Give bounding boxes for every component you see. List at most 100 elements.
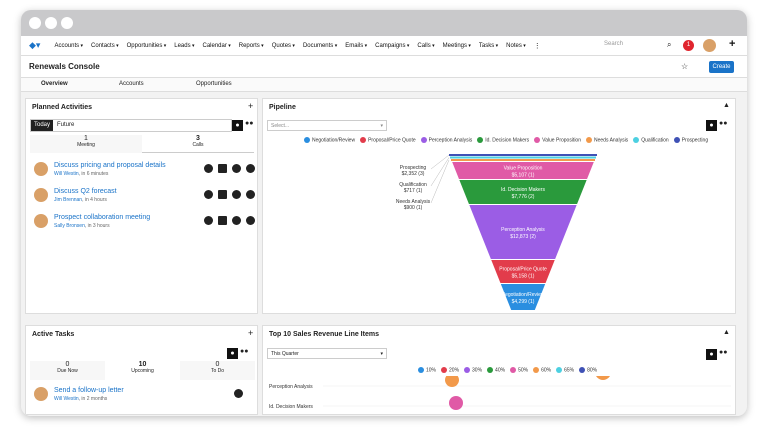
segment-value: $7,776 (2) xyxy=(512,194,535,200)
group-icon[interactable]: ●● xyxy=(719,349,727,356)
cancel-icon[interactable] xyxy=(246,190,255,199)
avatar xyxy=(34,188,48,202)
help-icon[interactable] xyxy=(232,190,241,199)
nav-item[interactable]: Emails xyxy=(345,43,367,49)
nav-item[interactable]: Tasks xyxy=(479,43,498,49)
add-icon[interactable]: + xyxy=(248,101,253,111)
cancel-icon[interactable] xyxy=(246,216,255,225)
nav-item[interactable]: Meetings xyxy=(443,43,471,49)
search-icon[interactable]: ⌕ xyxy=(667,40,671,50)
legend-label[interactable]: 20% xyxy=(449,367,459,373)
nav-item[interactable]: Opportunities xyxy=(127,43,167,49)
more-icon[interactable]: ⋮ xyxy=(534,42,541,50)
logo-icon[interactable]: ◆▾ xyxy=(29,40,40,51)
help-icon[interactable] xyxy=(232,164,241,173)
assignee-link[interactable]: Jim Brennan xyxy=(54,197,82,203)
collapse-icon[interactable]: ▲ xyxy=(723,102,730,109)
assignee-link[interactable]: Sally Bronsen xyxy=(54,223,85,229)
held-icon[interactable] xyxy=(218,216,227,225)
star-icon[interactable]: ☆ xyxy=(681,62,688,71)
list-item[interactable]: Prospect collaboration meeting Sally Bro… xyxy=(34,211,255,233)
assignee-link[interactable]: Will Westin xyxy=(54,396,79,402)
activity-title[interactable]: Discuss pricing and proposal details xyxy=(54,162,166,169)
person-icon[interactable]: ● xyxy=(227,348,238,359)
bubble-chart: Perception Analysis Id. Decision Makers xyxy=(269,376,731,410)
collapse-icon[interactable]: ▲ xyxy=(723,329,730,336)
legend-label[interactable]: 80% xyxy=(587,367,597,373)
nav-item[interactable]: Calendar xyxy=(203,43,231,49)
task-meta: Will Westin, in 2 months xyxy=(54,396,107,402)
pipeline-select[interactable]: Select... ▾ xyxy=(267,120,387,131)
add-icon[interactable]: + xyxy=(248,328,253,338)
nav-item[interactable]: Campaigns xyxy=(375,43,409,49)
held-icon[interactable] xyxy=(218,190,227,199)
nav-item[interactable]: Quotes xyxy=(272,43,295,49)
bubble[interactable] xyxy=(445,376,459,387)
list-item[interactable]: Discuss Q2 forecast Jim Brennan, in 4 ho… xyxy=(34,185,255,207)
list-item[interactable]: Discuss pricing and proposal details Wil… xyxy=(34,159,255,181)
nav-item[interactable]: Contacts xyxy=(91,43,119,49)
filter-future[interactable]: Future xyxy=(57,122,74,128)
task-tab[interactable]: 10 Upcoming xyxy=(105,361,180,380)
legend-label[interactable]: 50% xyxy=(518,367,528,373)
nav-item[interactable]: Notes xyxy=(506,43,526,49)
funnel-segment[interactable] xyxy=(450,159,596,161)
tab-accounts[interactable]: Accounts xyxy=(119,81,144,87)
panel-title: Pipeline xyxy=(269,104,296,111)
plus-icon[interactable]: + xyxy=(729,38,735,50)
legend-label[interactable]: 10% xyxy=(426,367,436,373)
avatar[interactable] xyxy=(703,39,716,52)
close-icon[interactable] xyxy=(234,389,243,398)
close-icon[interactable] xyxy=(204,216,213,225)
notification-badge[interactable]: 1 xyxy=(683,40,694,51)
close-icon[interactable] xyxy=(204,164,213,173)
filter-today[interactable]: Today xyxy=(31,120,54,131)
help-icon[interactable] xyxy=(232,216,241,225)
legend-label[interactable]: 30% xyxy=(472,367,482,373)
activity-title[interactable]: Prospect collaboration meeting xyxy=(54,214,150,221)
nav-item[interactable]: Accounts xyxy=(54,43,83,49)
person-icon[interactable]: ● xyxy=(232,120,243,131)
page-title: Renewals Console xyxy=(29,62,100,71)
search-input[interactable]: Search xyxy=(604,41,623,47)
task-tab[interactable]: 0 Due Now xyxy=(30,361,105,380)
bubble[interactable] xyxy=(595,376,611,380)
legend-label[interactable]: 65% xyxy=(564,367,574,373)
bubble[interactable] xyxy=(449,396,463,410)
nav-item[interactable]: Calls xyxy=(417,43,434,49)
group-icon[interactable]: ●● xyxy=(245,120,253,127)
funnel-segment[interactable] xyxy=(449,156,597,159)
tab-calls[interactable]: 3 Calls xyxy=(142,135,254,153)
funnel-segment[interactable] xyxy=(449,154,597,156)
segment-value: $12,873 (2) xyxy=(510,234,536,240)
segment-label: Perception Analysis xyxy=(501,227,545,233)
window-dot[interactable] xyxy=(61,17,73,29)
activity-title[interactable]: Discuss Q2 forecast xyxy=(54,188,117,195)
held-icon[interactable] xyxy=(218,164,227,173)
close-icon[interactable] xyxy=(204,190,213,199)
window-dot[interactable] xyxy=(45,17,57,29)
task-title[interactable]: Send a follow-up letter xyxy=(54,387,124,394)
tab-opportunities[interactable]: Opportunities xyxy=(196,81,232,87)
assignee-link[interactable]: Will Westin xyxy=(54,171,79,177)
list-item[interactable]: Send a follow-up letter Will Westin, in … xyxy=(34,384,254,406)
funnel-chart: Value Proposition$5,107 (1) Id. Decision … xyxy=(396,154,597,310)
tab-overview[interactable]: Overview xyxy=(41,81,68,87)
legend-label[interactable]: 60% xyxy=(541,367,551,373)
period-select[interactable]: This Quarter ▾ xyxy=(267,348,387,359)
cancel-icon[interactable] xyxy=(246,164,255,173)
nav-item[interactable]: Leads xyxy=(174,43,194,49)
window-dot[interactable] xyxy=(29,17,41,29)
nav-item[interactable]: Reports xyxy=(239,43,264,49)
task-tab[interactable]: 0 To Do xyxy=(180,361,255,380)
person-icon[interactable]: ● xyxy=(706,349,717,360)
group-icon[interactable]: ●● xyxy=(240,348,248,355)
person-icon[interactable]: ● xyxy=(706,120,717,131)
legend-swatch xyxy=(579,367,586,373)
tab-meetings[interactable]: 1 Meeting xyxy=(30,135,142,153)
legend-label[interactable]: 40% xyxy=(495,367,505,373)
group-icon[interactable]: ●● xyxy=(719,120,727,127)
filter-bar: Today Future xyxy=(30,119,232,132)
create-button[interactable]: Create xyxy=(709,61,734,73)
nav-item[interactable]: Documents xyxy=(303,43,337,49)
